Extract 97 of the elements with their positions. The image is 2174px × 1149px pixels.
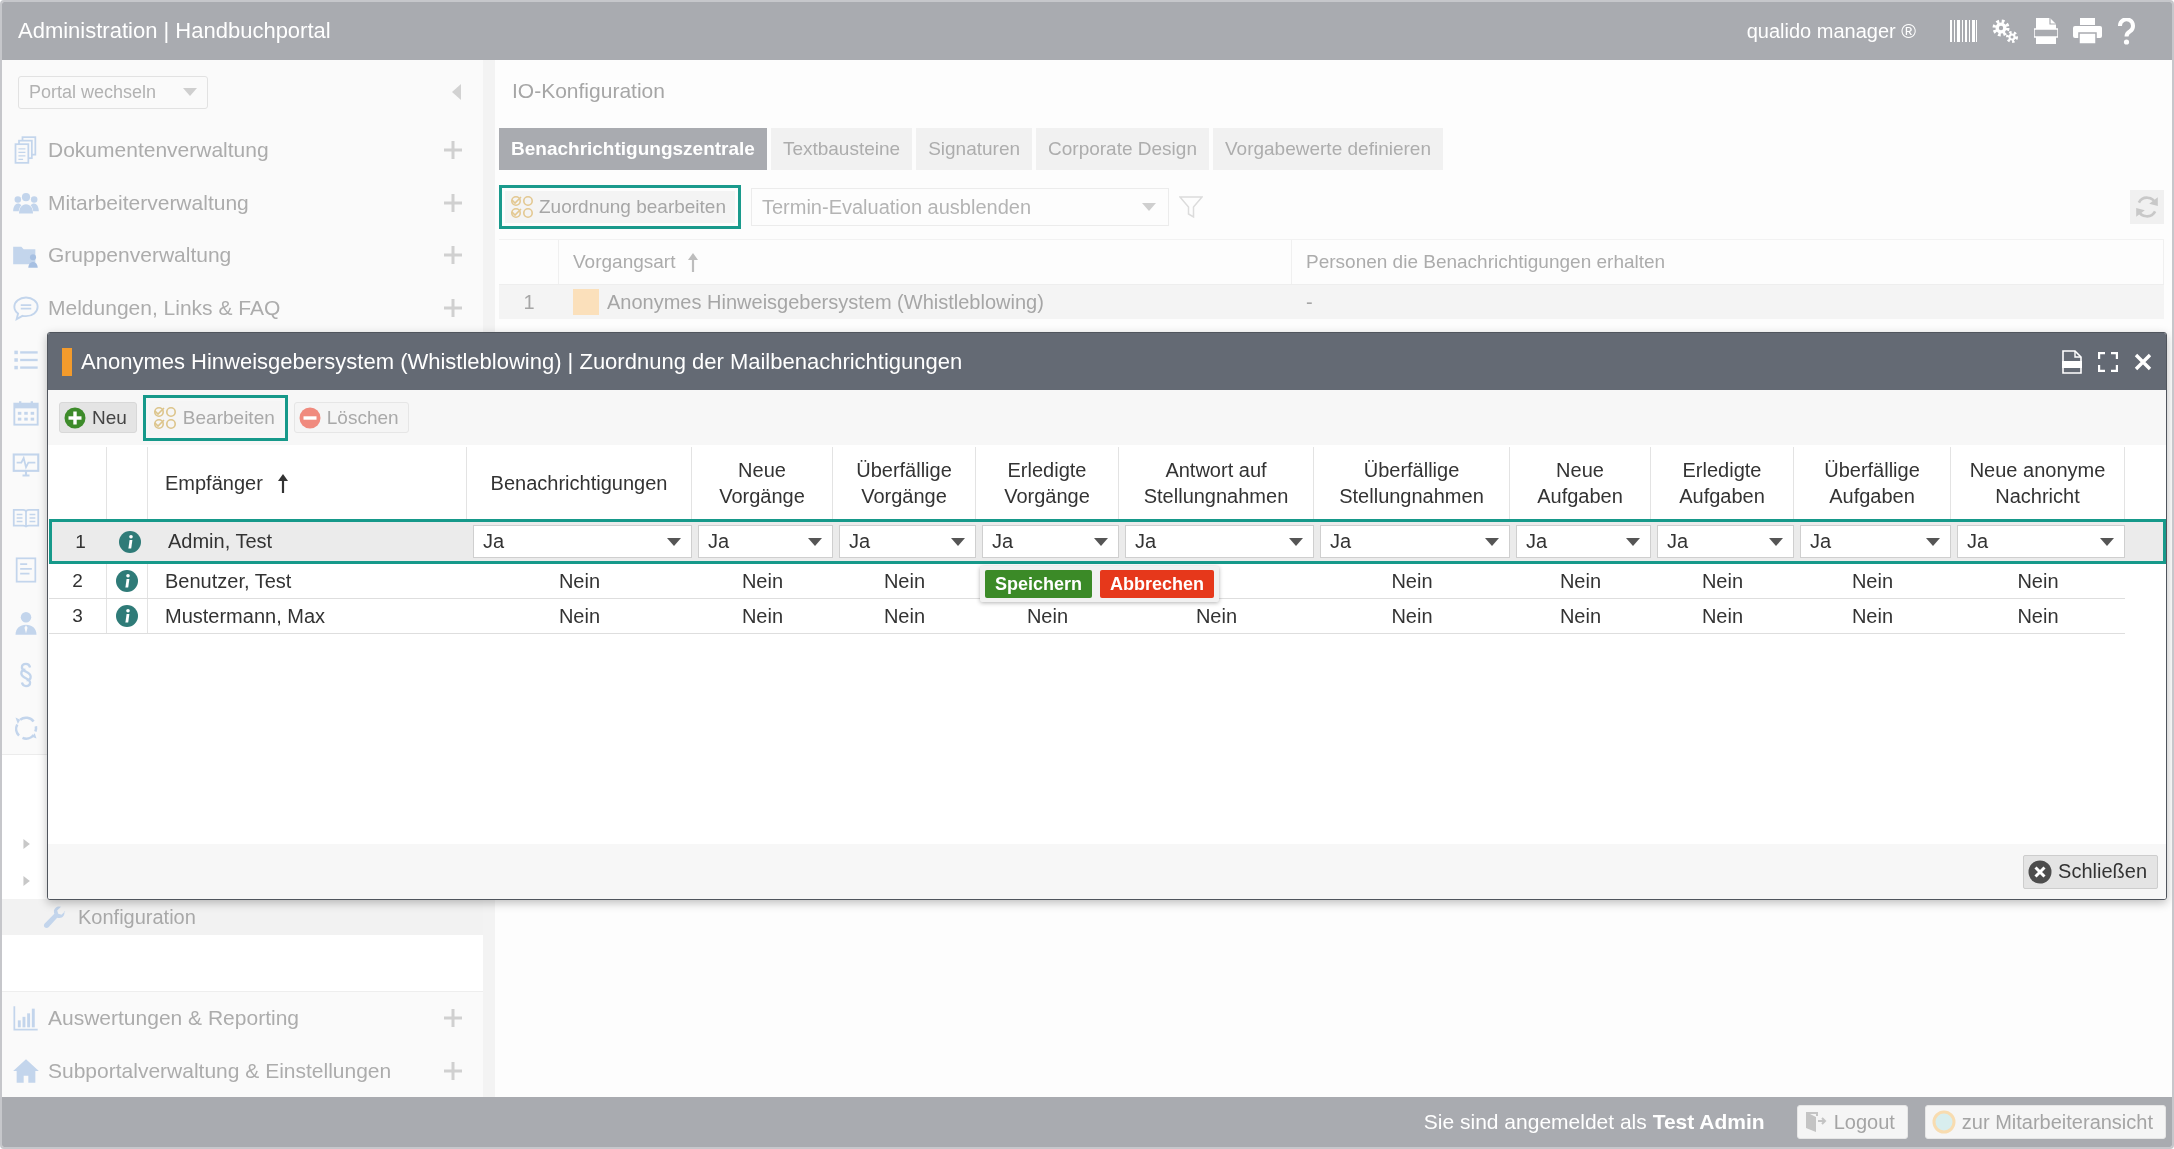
check-circles-icon: [510, 195, 534, 219]
dropdown[interactable]: Ja: [1657, 525, 1794, 558]
refresh-button[interactable]: [2130, 190, 2164, 224]
page-title: IO-Konfiguration: [512, 79, 665, 103]
fullscreen-icon[interactable]: [2098, 351, 2118, 372]
caret-icon: [808, 537, 822, 546]
table-cell: Nein: [1195, 604, 1238, 628]
dropdown[interactable]: Ja: [1320, 525, 1510, 558]
dropdown[interactable]: Ja: [1800, 525, 1951, 558]
table-cell: Nein: [1851, 569, 1894, 593]
info-icon[interactable]: [116, 570, 138, 592]
row-number: 1: [75, 530, 86, 553]
dropdown[interactable]: Ja: [982, 525, 1119, 558]
table-cell: Nein: [741, 569, 784, 593]
table-cell: Nein: [2017, 569, 2059, 593]
table-cell: Nein: [558, 569, 601, 593]
plus-icon[interactable]: [443, 245, 463, 266]
caret-icon[interactable]: [452, 84, 461, 100]
caret-icon: [1142, 203, 1156, 211]
caret-icon: [1626, 537, 1640, 546]
check-circles-icon: [152, 405, 177, 430]
calendar-icon[interactable]: [12, 398, 40, 427]
bar-chart-icon: [12, 1004, 40, 1033]
refresh-icon: [2134, 194, 2160, 220]
caret-icon: [951, 537, 965, 546]
caret-icon: [1289, 537, 1303, 546]
plus-icon[interactable]: [443, 1008, 463, 1029]
wrench-icon: [42, 904, 68, 930]
file-icon[interactable]: [2034, 17, 2058, 45]
dialog-title: Anonymes Hinweisgebersystem (Whistleblowing) | Zuordnung der Mailbenachrichtigungen: [81, 348, 963, 375]
plus-icon[interactable]: [443, 140, 463, 161]
table-cell: Mustermann, Max: [165, 604, 326, 628]
filter-icon[interactable]: [1179, 195, 1203, 219]
close-circle-icon: [2028, 859, 2053, 884]
save-button[interactable]: Speichern: [985, 570, 1093, 598]
product-name: qualido manager ®: [1746, 19, 1916, 43]
row-number: 2: [72, 570, 83, 592]
login-status: Sie sind angemeldet als Test Admin: [1423, 1110, 1765, 1134]
barcode-icon[interactable]: [1950, 20, 1977, 42]
sort-up-icon: [687, 252, 700, 272]
sort-up-icon: [276, 473, 289, 493]
table-cell: Nein: [1559, 569, 1602, 593]
plus-icon[interactable]: [443, 192, 463, 213]
table-cell: Nein: [1391, 569, 1433, 593]
toolbar-button[interactable]: Neu: [59, 402, 137, 433]
caret-icon: [1094, 537, 1108, 546]
table-cell: Nein: [2017, 604, 2059, 628]
dropdown[interactable]: Ja: [1957, 525, 2125, 558]
info-icon[interactable]: [119, 530, 141, 553]
dropdown[interactable]: Ja: [1516, 525, 1651, 558]
gears-icon[interactable]: [1992, 18, 2019, 44]
table-cell: Nein: [883, 604, 926, 628]
caret-icon: [1769, 537, 1783, 546]
table-cell: Nein: [558, 604, 601, 628]
table-cell: Nein: [1559, 604, 1602, 628]
table-cell: Admin, Test: [168, 530, 273, 553]
dropdown[interactable]: Ja: [1125, 525, 1314, 558]
ring-icon: [1931, 1110, 1956, 1134]
table-cell: Anonymes Hinweisgebersystem (Whistleblowing): [607, 290, 1044, 314]
caret-icon: [2100, 537, 2114, 546]
plus-circle-icon: [64, 406, 86, 429]
app-title: Administration | Handbuchportal: [18, 18, 331, 44]
caret-icon: [1485, 537, 1499, 546]
cancel-button[interactable]: Abbrechen: [1100, 570, 1215, 598]
caret-icon: [667, 537, 681, 546]
caret-icon[interactable]: [22, 836, 32, 851]
minus-circle-icon: [298, 406, 321, 429]
plus-icon[interactable]: [443, 1060, 463, 1081]
caret-icon: [183, 88, 197, 96]
table-row[interactable]: 1 Admin, Test Ja Ja Ja Ja Ja Ja Ja Ja Ja Ja: [49, 519, 2166, 564]
close-button[interactable]: Schließen: [2023, 854, 2158, 889]
monitor-icon[interactable]: [12, 451, 40, 480]
table-cell: Benutzer, Test: [165, 569, 292, 593]
close-icon[interactable]: [2134, 352, 2152, 371]
door-arrow-icon: [1803, 1110, 1828, 1134]
dropdown[interactable]: Ja: [839, 525, 976, 558]
category-marker: [62, 347, 72, 376]
table-cell: Nein: [741, 604, 784, 628]
refresh-icon[interactable]: [12, 713, 40, 742]
info-icon[interactable]: [116, 605, 138, 627]
caret-icon: [1926, 537, 1940, 546]
table-cell: Nein: [1701, 604, 1744, 628]
table-cell: -: [1306, 290, 1313, 314]
help-icon[interactable]: [2117, 17, 2136, 45]
table-cell: Nein: [1391, 604, 1433, 628]
table-cell: Nein: [1026, 604, 1069, 628]
plus-icon[interactable]: [443, 297, 463, 318]
dropdown[interactable]: Ja: [698, 525, 833, 558]
printer-icon[interactable]: [2073, 18, 2102, 44]
table-cell: Nein: [1701, 569, 1744, 593]
file-icon[interactable]: [2062, 349, 2082, 374]
row-number: 3: [72, 605, 83, 627]
dropdown[interactable]: Ja: [473, 525, 692, 558]
row-number: 1: [523, 290, 535, 314]
table-cell: Nein: [1851, 604, 1894, 628]
table-cell: Nein: [883, 569, 926, 593]
caret-icon[interactable]: [22, 873, 32, 888]
